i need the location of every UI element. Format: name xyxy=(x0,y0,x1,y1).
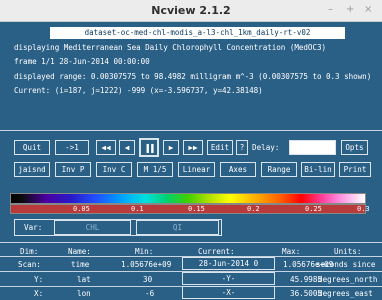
invert-physical-button[interactable]: Inv P xyxy=(55,162,91,177)
min-cell: 1.05676e+09 xyxy=(121,260,172,269)
magnify-button[interactable]: M 1/5 xyxy=(137,162,173,177)
options-button[interactable]: Opts xyxy=(341,140,368,155)
step-back-icon[interactable]: ◀ xyxy=(119,140,135,155)
units-cell: degrees_east xyxy=(318,289,373,298)
name-cell: lon xyxy=(77,289,91,298)
table-row: X: lon -6 -X- 36.5005 degrees_east xyxy=(0,286,382,300)
colorbar[interactable] xyxy=(10,193,366,204)
min-cell: 30 xyxy=(143,275,153,284)
colorbar-tick-label: 0.05 xyxy=(73,205,90,213)
colorbar-tick-label: 0.25 xyxy=(305,205,322,213)
current-header: Current: xyxy=(198,247,235,256)
table-row: Scan: time 1.05676e+09 28-Jun-2014 0 1.0… xyxy=(0,257,382,271)
dim-header: Dim: xyxy=(20,247,39,256)
divider xyxy=(0,242,382,243)
step-one-button[interactable]: ->1 xyxy=(55,140,89,155)
info-panel: dataset-oc-med-chl-modis_a-l3-chl_1km_da… xyxy=(0,22,382,130)
quit-button[interactable]: Quit xyxy=(14,140,50,155)
colorbar-tick-label: 0.2 xyxy=(247,205,260,213)
frame-info: frame 1/1 28-Jun-2014 00:00:00 xyxy=(14,57,150,66)
current-value: Current: (i=187, j=1222) -999 (x=-3.5967… xyxy=(14,86,263,95)
current-dim-button[interactable]: -X- xyxy=(182,286,275,299)
colorbar-tick-label: 0.1 xyxy=(131,205,144,213)
window-title: Ncview 2.1.2 xyxy=(151,4,231,17)
dim-cell: Y: xyxy=(34,275,44,284)
minimize-button[interactable]: – xyxy=(328,4,333,15)
axes-button[interactable]: Axes xyxy=(220,162,256,177)
step-forward-icon[interactable]: ▶ xyxy=(163,140,179,155)
variable-description: displaying Mediterranean Sea Daily Chlor… xyxy=(14,43,327,52)
title-bar: Ncview 2.1.2 – + × xyxy=(0,0,382,22)
table-row: Y: lat 30 -Y- 45.9985 degrees_north xyxy=(0,272,382,286)
display-toolbar: jaisnd Inv P Inv C M 1/5 Linear Axes Ran… xyxy=(0,158,382,184)
colormap-button[interactable]: jaisnd xyxy=(14,162,50,177)
name-cell: time xyxy=(71,260,90,269)
current-dim-button[interactable]: -Y- xyxy=(182,272,275,285)
dimension-header: Dim: Name: Min: Current: Max: Units: xyxy=(0,244,382,256)
min-header: Min: xyxy=(135,247,154,256)
pause-icon[interactable]: ▐▐ xyxy=(139,138,159,157)
delay-slider[interactable] xyxy=(289,140,336,155)
dim-cell: Scan: xyxy=(18,260,41,269)
name-cell: lat xyxy=(77,275,91,284)
variable-option-qi[interactable]: QI xyxy=(136,220,219,235)
delay-label: Delay: xyxy=(252,143,280,152)
variable-option-chl[interactable]: CHL xyxy=(54,220,131,235)
fast-forward-icon[interactable]: ▶▶ xyxy=(183,140,203,155)
rewind-icon[interactable]: ◀◀ xyxy=(96,140,116,155)
units-header: Units: xyxy=(334,247,362,256)
playback-toolbar: Quit ->1 ◀◀ ◀ ▐▐ ▶ ▶▶ Edit ? Delay: Opts xyxy=(0,132,382,158)
edit-button[interactable]: Edit xyxy=(207,140,233,155)
colorbar-labels: 0.05 0.1 0.15 0.2 0.25 0.3 xyxy=(10,204,370,214)
min-cell: -6 xyxy=(145,289,155,298)
invert-colormap-button[interactable]: Inv C xyxy=(96,162,132,177)
divider xyxy=(0,130,382,131)
close-button[interactable]: × xyxy=(364,4,372,15)
var-label: Var: xyxy=(24,223,43,232)
colorbar-tick-label: 0.15 xyxy=(188,205,205,213)
name-header: Name: xyxy=(68,247,91,256)
dim-cell: X: xyxy=(34,289,44,298)
range-button[interactable]: Range xyxy=(261,162,297,177)
colorbar-tick-label: 0.3 xyxy=(357,205,370,213)
maximize-button[interactable]: + xyxy=(346,4,354,15)
bilinear-button[interactable]: Bi-lin xyxy=(301,162,335,177)
transform-button[interactable]: Linear xyxy=(178,162,215,177)
print-button[interactable]: Print xyxy=(339,162,371,177)
units-cell: degrees_north xyxy=(318,275,378,284)
filename-label: dataset-oc-med-chl-modis_a-l3-chl_1km_da… xyxy=(50,27,345,39)
max-header: Max: xyxy=(282,247,301,256)
units-cell: seconds since xyxy=(316,260,376,269)
displayed-range: displayed range: 0.00307575 to 98.4982 m… xyxy=(14,72,372,81)
current-dim-button[interactable]: 28-Jun-2014 0 xyxy=(182,257,275,270)
help-button[interactable]: ? xyxy=(236,140,248,155)
